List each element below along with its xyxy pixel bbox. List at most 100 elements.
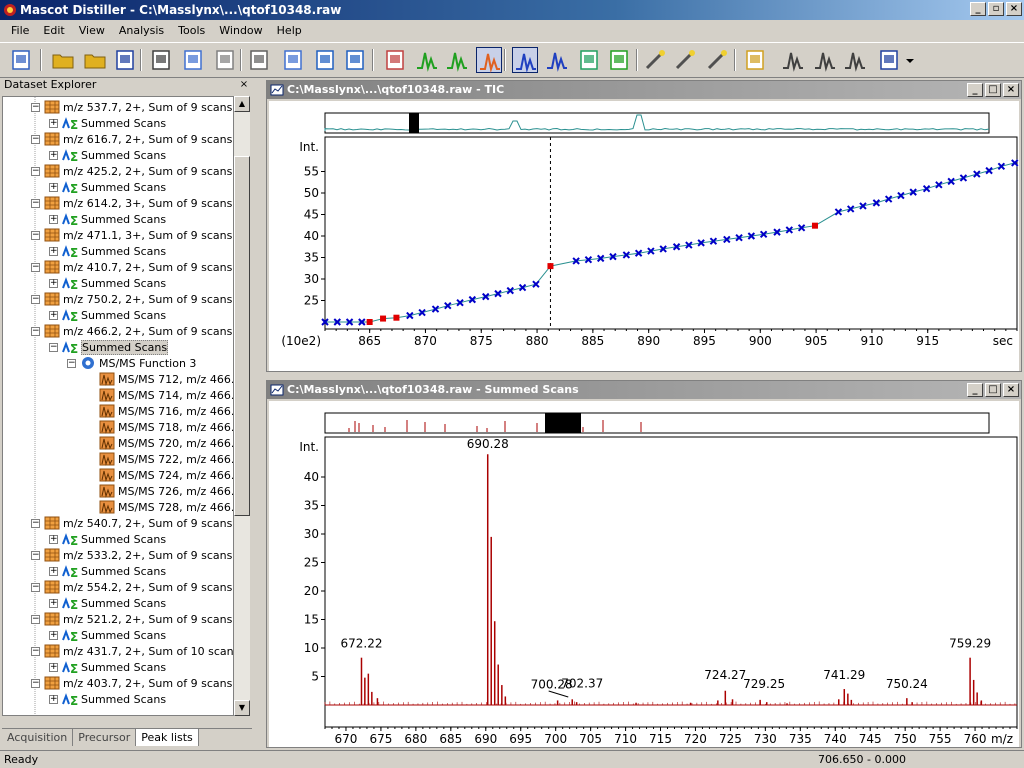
save-as-icon[interactable] — [876, 47, 902, 73]
tic-scan-marker-selected[interactable] — [367, 319, 373, 325]
spectrum-chart[interactable]: 5 10 15 20 25 30 35 40 Int. 670 675 680 685 690 695 700… — [269, 401, 1019, 747]
collapse-icon[interactable]: − — [31, 679, 40, 688]
scroll-thumb[interactable] — [234, 156, 250, 516]
peak-up-icon[interactable] — [414, 47, 440, 73]
paste-icon[interactable] — [212, 47, 238, 73]
expand-icon[interactable]: + — [49, 119, 58, 128]
tic-minimize-button[interactable]: _ — [967, 83, 983, 97]
collapse-icon[interactable]: − — [31, 295, 40, 304]
tree-item-summed-scans[interactable]: + Σ Summed Scans — [49, 531, 166, 547]
tree-item-scan[interactable]: −m/z 521.2, 2+, Sum of 9 scans in range — [31, 611, 234, 627]
vertical-splitter[interactable] — [256, 78, 264, 748]
tree-item-scan[interactable]: − m/z 554.2, 2+, Sum of 9 scans in range — [31, 579, 234, 595]
check-icon[interactable] — [342, 47, 368, 73]
tree-item-summed-scans[interactable]: + Σ Summed Scans — [49, 595, 166, 611]
overlay-icon[interactable] — [476, 47, 502, 73]
tree-item-summed-scans[interactable]: + Σ Summed Scans — [49, 147, 166, 163]
tree-item-summed-scans[interactable]: + Σ Summed Scans — [49, 211, 166, 227]
tree-item-summed-scans[interactable]: + Σ Summed Scans — [49, 179, 166, 195]
expand-icon[interactable]: + — [49, 247, 58, 256]
collapse-icon[interactable]: − — [31, 103, 40, 112]
menu-window[interactable]: Window — [212, 21, 269, 41]
expand-icon[interactable]: + — [49, 279, 58, 288]
tree-item-msms[interactable]: MS/MS 720, m/z 466.2 — [99, 435, 234, 451]
close-button[interactable]: × — [1006, 2, 1022, 16]
print-preview-icon[interactable] — [280, 47, 306, 73]
tic-chart[interactable]: 25 30 35 40 45 50 55 Int. (10e2) 865 870 875 880 885 8… — [269, 101, 1019, 371]
menu-help[interactable]: Help — [270, 21, 309, 41]
tree-item-summed-scans[interactable]: + Σ Summed Scans — [49, 627, 166, 643]
tree-item-scan[interactable]: − m/z 410.7, 2+, Sum of 9 scans in range — [31, 259, 234, 275]
tree-item-msms[interactable]: MS/MS 718, m/z 466.2 — [99, 419, 234, 435]
tree-item-msms[interactable]: MS/MS 726, m/z 466.2 — [99, 483, 234, 499]
explorer-close-button[interactable]: × — [238, 79, 250, 91]
peak-find-icon[interactable] — [780, 47, 806, 73]
expand-icon[interactable]: + — [49, 151, 58, 160]
collapse-icon[interactable]: − — [31, 199, 40, 208]
tree-item-scan[interactable]: − m/z 540.7, 2+, Sum of 9 scans in range — [31, 515, 234, 531]
collapse-icon[interactable]: − — [67, 359, 76, 368]
expand-icon[interactable]: + — [49, 567, 58, 576]
menu-file[interactable]: File — [4, 21, 36, 41]
tree-item-function[interactable]: − MS/MS Function 3 — [67, 355, 196, 371]
tree-item-scan[interactable]: − m/z 431.7, 2+, Sum of 10 scans in range — [31, 643, 234, 659]
dataset-tree[interactable]: −m/z 537.7, 2+, Sum of 9 scans in range+… — [2, 96, 234, 716]
tree-item-scan[interactable]: −m/z 425.2, 2+, Sum of 9 scans in range — [31, 163, 234, 179]
expand-icon[interactable]: + — [49, 535, 58, 544]
tree-item-msms[interactable]: MS/MS 712, m/z 466.2 — [99, 371, 234, 387]
copy-icon[interactable] — [180, 47, 206, 73]
wand3-icon[interactable] — [704, 47, 730, 73]
tree-item-scan[interactable]: − m/z 403.7, 2+, Sum of 9 scans in range — [31, 675, 234, 691]
collapse-icon[interactable]: − — [31, 647, 40, 656]
collapse-icon[interactable]: − — [31, 551, 40, 560]
tree-item-summed-scans[interactable]: + Σ Summed Scans — [49, 243, 166, 259]
tic-scan-marker-selected[interactable] — [547, 263, 553, 269]
tree-item-scan[interactable]: −m/z 466.2, 2+, Sum of 9 scans in range — [31, 323, 234, 339]
zoom-range-icon[interactable] — [606, 47, 632, 73]
tab-precursor[interactable]: Precursor — [73, 729, 136, 746]
expand-icon[interactable]: + — [49, 599, 58, 608]
process-icon[interactable] — [742, 47, 768, 73]
tree-item-summed-scans[interactable]: − Σ Summed Scans — [49, 339, 168, 355]
tree-item-scan[interactable]: − m/z 614.2, 3+, Sum of 9 scans in range — [31, 195, 234, 211]
save-dropdown-chevron-down-icon[interactable] — [904, 47, 916, 73]
peak-multi-icon[interactable] — [842, 47, 868, 73]
tree-item-summed-scans[interactable]: + Σ Summed Scans — [49, 307, 166, 323]
summed-minimize-button[interactable]: _ — [967, 383, 983, 397]
tree-item-summed-scans[interactable]: + Σ Summed Scans — [49, 275, 166, 291]
tree-item-scan[interactable]: − m/z 471.1, 3+, Sum of 9 scans in range — [31, 227, 234, 243]
cut-icon[interactable] — [148, 47, 174, 73]
open-folder-icon[interactable] — [50, 47, 76, 73]
tree-item-msms[interactable]: MS/MS 724, m/z 466.2 — [99, 467, 234, 483]
tic-scan-marker-selected[interactable] — [812, 223, 818, 229]
tic-close-button[interactable]: × — [1003, 83, 1019, 97]
menu-view[interactable]: View — [72, 21, 112, 41]
save-icon[interactable] — [112, 47, 138, 73]
tree-item-msms[interactable]: MS/MS 728, m/z 466.2 — [99, 499, 234, 515]
tree-item-scan[interactable]: − m/z 616.7, 2+, Sum of 9 scans in range — [31, 131, 234, 147]
new-file-icon[interactable] — [8, 47, 34, 73]
minimize-button[interactable]: _ — [970, 2, 986, 16]
menu-edit[interactable]: Edit — [36, 21, 71, 41]
menu-analysis[interactable]: Analysis — [112, 21, 171, 41]
collapse-icon[interactable]: − — [31, 583, 40, 592]
tic-maximize-button[interactable]: □ — [985, 83, 1001, 97]
peak-select-icon[interactable] — [512, 47, 538, 73]
tree-item-msms[interactable]: MS/MS 714, m/z 466.2 — [99, 387, 234, 403]
menu-tools[interactable]: Tools — [171, 21, 212, 41]
scroll-down-icon[interactable]: ▼ — [234, 700, 250, 716]
tree-item-summed-scans[interactable]: + Σ Summed Scans — [49, 563, 166, 579]
info-icon[interactable] — [312, 47, 338, 73]
tree-item-summed-scans[interactable]: + Σ Summed Scans — [49, 691, 166, 707]
wand-icon[interactable] — [642, 47, 668, 73]
collapse-icon[interactable]: − — [31, 519, 40, 528]
summed-chart-area[interactable]: 5 10 15 20 25 30 35 40 Int. 670 675 680 685 690 695 700… — [269, 401, 1019, 747]
go-icon[interactable] — [576, 47, 602, 73]
tic-chart-area[interactable]: 25 30 35 40 45 50 55 Int. (10e2) 865 870 875 880 885 8… — [269, 101, 1019, 371]
tree-item-scan[interactable]: −m/z 750.2, 2+, Sum of 9 scans in range — [31, 291, 234, 307]
tree-item-msms[interactable]: MS/MS 716, m/z 466.2 — [99, 403, 234, 419]
summed-maximize-button[interactable]: □ — [985, 383, 1001, 397]
home-icon[interactable] — [382, 47, 408, 73]
tab-acquisition[interactable]: Acquisition — [2, 729, 73, 746]
peak-down-icon[interactable] — [444, 47, 470, 73]
